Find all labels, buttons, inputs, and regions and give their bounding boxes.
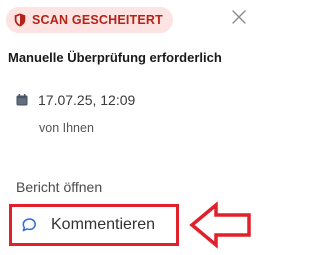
status-badge: SCAN GESCHEITERT bbox=[6, 7, 173, 33]
close-icon bbox=[232, 9, 246, 29]
comment-button-label: Kommentieren bbox=[51, 216, 156, 233]
page-title: Manuelle Überprüfung erforderlich bbox=[8, 50, 222, 65]
calendar-icon bbox=[16, 94, 28, 106]
open-report-link[interactable]: Bericht öffnen bbox=[16, 179, 102, 195]
comment-bubble-icon bbox=[21, 217, 37, 233]
timestamp: 17.07.25, 12:09 bbox=[38, 92, 136, 108]
author-label: von Ihnen bbox=[39, 121, 94, 135]
shield-icon bbox=[14, 13, 26, 27]
status-badge-label: SCAN GESCHEITERT bbox=[32, 13, 163, 27]
date-row: 17.07.25, 12:09 bbox=[16, 92, 135, 108]
left-arrow-icon bbox=[189, 200, 253, 250]
comment-button[interactable]: Kommentieren bbox=[9, 204, 179, 246]
close-button[interactable] bbox=[230, 9, 248, 29]
